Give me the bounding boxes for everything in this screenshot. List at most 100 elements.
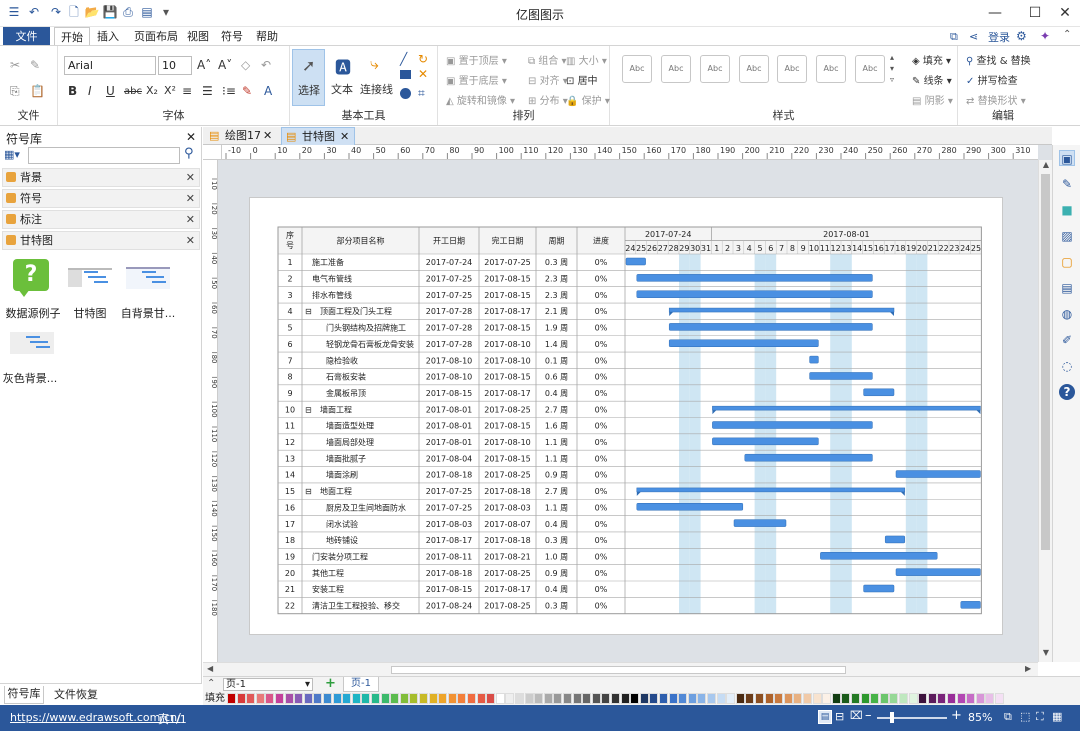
- superscript-button[interactable]: X²: [164, 84, 176, 97]
- color-swatch[interactable]: [467, 693, 476, 704]
- color-swatch[interactable]: [361, 693, 371, 704]
- tab-home[interactable]: 开始: [54, 27, 90, 47]
- tab-symbols[interactable]: 符号: [218, 27, 246, 46]
- shape-data-source-example[interactable]: ?: [10, 257, 54, 301]
- gantt-task-bar[interactable]: [733, 519, 787, 527]
- line-button[interactable]: ✎ 线条 ▾: [912, 72, 952, 87]
- color-swatch[interactable]: [390, 693, 400, 704]
- tab-file[interactable]: 文件: [3, 27, 50, 46]
- color-swatch[interactable]: [870, 693, 880, 704]
- size-button[interactable]: ▥ 大小 ▾: [566, 52, 607, 67]
- doc-tab-drawing17[interactable]: ▤ 绘图17 ✕: [205, 127, 279, 145]
- maximize-button[interactable]: ☐: [1018, 0, 1052, 26]
- color-swatch[interactable]: [899, 693, 908, 704]
- library-menu-icon[interactable]: ▦▾: [4, 148, 24, 164]
- color-swatch[interactable]: [255, 693, 265, 704]
- color-swatch[interactable]: [735, 693, 745, 704]
- color-swatch[interactable]: [351, 693, 361, 704]
- color-swatch[interactable]: [227, 693, 236, 704]
- color-swatch[interactable]: [371, 693, 380, 704]
- gantt-task-bar[interactable]: [625, 257, 646, 266]
- color-swatch[interactable]: [630, 693, 640, 704]
- add-page-button[interactable]: +: [325, 676, 336, 691]
- library-item-symbols[interactable]: 符号 ✕: [2, 189, 200, 208]
- fit-page-icon[interactable]: ⧉: [1004, 710, 1012, 724]
- website-link[interactable]: https://www.edrawsoft.com/cn/: [10, 711, 181, 724]
- undo-format-icon[interactable]: ↶: [261, 58, 271, 72]
- tab-insert[interactable]: 插入: [92, 27, 124, 46]
- scroll-right-icon[interactable]: ▶: [1025, 664, 1031, 673]
- color-swatch[interactable]: [591, 693, 601, 704]
- social-icon[interactable]: ⋖: [969, 30, 983, 44]
- page-panel-icon[interactable]: ▤: [1059, 280, 1075, 296]
- distribute-button[interactable]: ⊞ 分布 ▾: [528, 92, 568, 107]
- color-swatch[interactable]: [524, 693, 534, 704]
- send-to-back-button[interactable]: ▣ 置于底层 ▾: [446, 72, 507, 87]
- fit-window-icon[interactable]: ⛶: [1036, 710, 1044, 724]
- zoom-slider[interactable]: [877, 717, 947, 719]
- style-swatch-4[interactable]: Abc: [739, 55, 769, 83]
- color-swatch[interactable]: [409, 693, 419, 704]
- color-swatch[interactable]: [505, 693, 515, 704]
- align-button[interactable]: ⊟ 对齐 ▾: [528, 72, 568, 87]
- rectangle-tool-icon[interactable]: [400, 70, 411, 79]
- gantt-task-bar[interactable]: [863, 388, 895, 397]
- doc-tab-gantt[interactable]: ▤ 甘特图 ✕: [281, 127, 355, 145]
- gantt-task-bar[interactable]: [895, 470, 981, 478]
- library-search-input[interactable]: [28, 147, 180, 164]
- page-nav-up-icon[interactable]: ⌃: [207, 678, 215, 689]
- library-close-icon[interactable]: ✕: [186, 211, 195, 228]
- color-swatch[interactable]: [620, 693, 630, 704]
- underline-button[interactable]: U: [106, 84, 115, 98]
- gantt-task-bar[interactable]: [668, 323, 873, 331]
- zoom-out-button[interactable]: –: [865, 708, 872, 723]
- vertical-scrollbar[interactable]: ▲ ▼: [1038, 160, 1052, 662]
- clear-format-icon[interactable]: ◇: [241, 58, 250, 72]
- text-style-icon[interactable]: A: [264, 84, 272, 98]
- gantt-task-bar[interactable]: [712, 421, 873, 429]
- gantt-summary-bar[interactable]: [636, 487, 906, 493]
- comment-panel-icon[interactable]: ◌: [1059, 358, 1075, 374]
- color-swatch[interactable]: [668, 693, 678, 704]
- collapse-toggle-icon[interactable]: ⊟: [305, 405, 312, 414]
- collapse-toggle-icon[interactable]: ⊟: [305, 307, 312, 316]
- color-swatch[interactable]: [553, 693, 563, 704]
- color-swatch[interactable]: [726, 693, 736, 704]
- color-swatch[interactable]: [284, 693, 294, 704]
- color-swatch[interactable]: [995, 693, 1004, 704]
- color-swatch[interactable]: [582, 693, 592, 704]
- color-swatch[interactable]: [486, 693, 496, 704]
- collapse-toggle-icon[interactable]: ⊟: [305, 487, 312, 496]
- gantt-summary-bar[interactable]: [668, 307, 895, 313]
- color-swatch[interactable]: [745, 693, 755, 704]
- select-tool-button[interactable]: ➚ 选择: [292, 49, 325, 106]
- shape-gantt-gray-thumb[interactable]: [10, 332, 54, 354]
- tab-symbol-library[interactable]: 符号库: [4, 686, 44, 704]
- gantt-task-bar[interactable]: [895, 568, 981, 576]
- library-close-icon[interactable]: ✕: [186, 190, 195, 207]
- color-swatch[interactable]: [707, 693, 716, 704]
- subscript-button[interactable]: X₂: [146, 84, 158, 97]
- crop-icon[interactable]: ⌗: [418, 86, 425, 101]
- color-swatch[interactable]: [985, 693, 995, 704]
- color-swatch[interactable]: [380, 693, 390, 704]
- connector-tool-button[interactable]: ⤷ 连接线: [360, 49, 396, 106]
- color-swatch[interactable]: [937, 693, 947, 704]
- font-name-select[interactable]: Arial: [64, 56, 156, 75]
- fill-button[interactable]: ◈ 填充 ▾: [912, 52, 951, 67]
- color-swatch[interactable]: [975, 693, 985, 704]
- style-swatch-5[interactable]: Abc: [777, 55, 807, 83]
- color-swatch[interactable]: [659, 693, 668, 704]
- color-swatch[interactable]: [956, 693, 966, 704]
- color-swatch[interactable]: [428, 693, 438, 704]
- color-swatch[interactable]: [495, 693, 505, 704]
- color-swatch[interactable]: [649, 693, 659, 704]
- color-swatch[interactable]: [755, 693, 764, 704]
- color-swatch[interactable]: [275, 693, 284, 704]
- color-swatch[interactable]: [822, 693, 832, 704]
- close-button[interactable]: ✕: [1048, 0, 1080, 26]
- spell-check-button[interactable]: ✓ 拼写检查: [966, 72, 1018, 87]
- fit-width-icon[interactable]: ⬚: [1020, 710, 1030, 723]
- font-size-select[interactable]: 10: [158, 56, 192, 75]
- color-swatch[interactable]: [639, 693, 649, 704]
